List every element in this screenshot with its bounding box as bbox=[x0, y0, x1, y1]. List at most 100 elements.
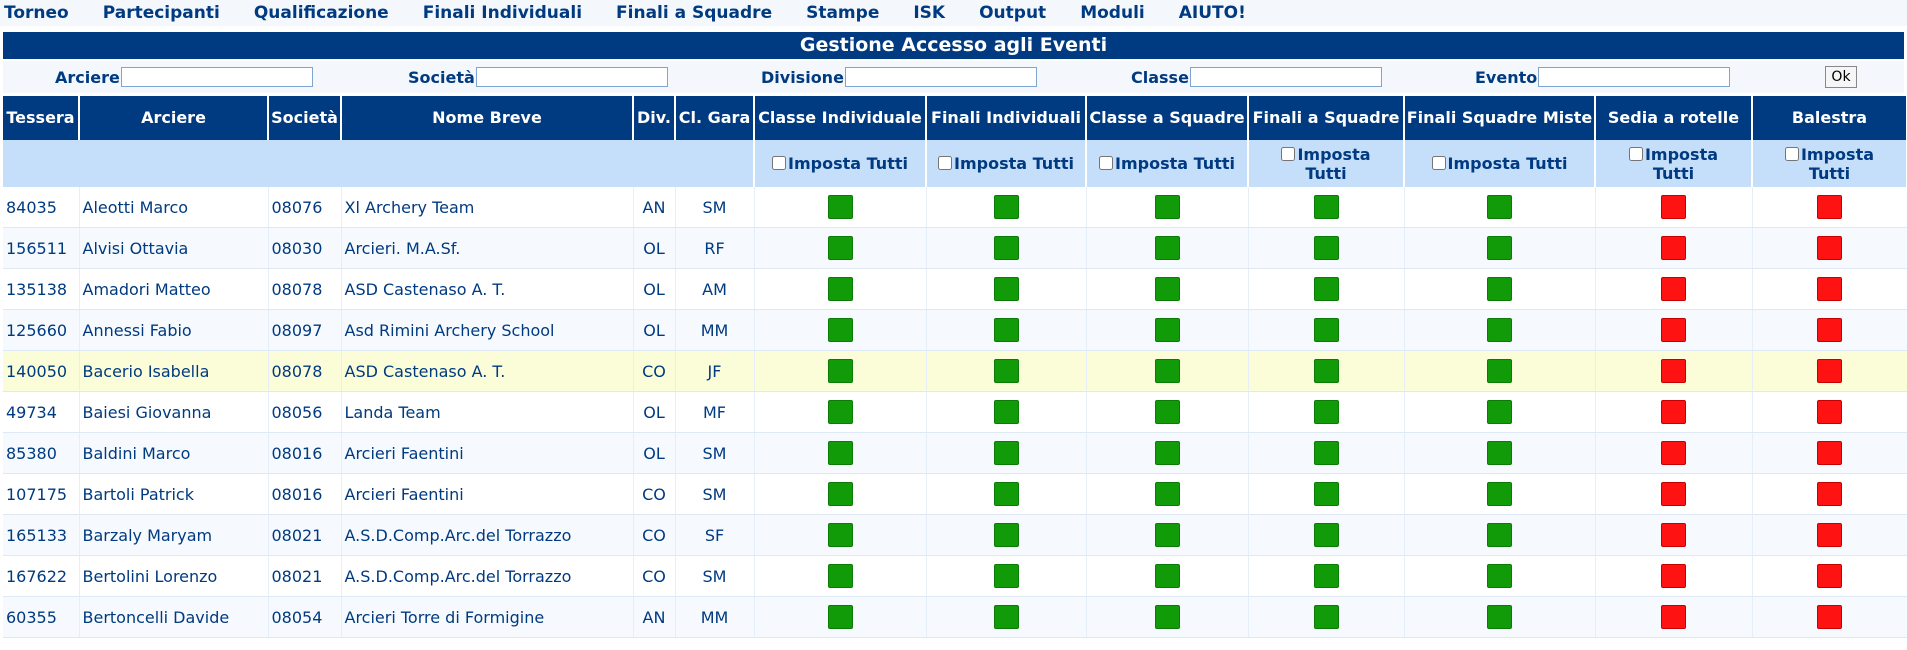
finali-individuali-toggle[interactable] bbox=[993, 441, 1019, 465]
set-all-classe-a-squadre-checkbox[interactable] bbox=[1099, 156, 1114, 170]
classe-individuale-toggle[interactable] bbox=[827, 195, 853, 219]
finali-a-squadre-toggle[interactable] bbox=[1313, 441, 1339, 465]
finali-a-squadre-toggle[interactable] bbox=[1313, 318, 1339, 342]
menu-finali-a-squadre[interactable]: Finali a Squadre bbox=[616, 3, 772, 23]
finali-individuali-toggle[interactable] bbox=[993, 277, 1019, 301]
balestra-toggle[interactable] bbox=[1817, 482, 1842, 506]
classe-a-squadre-toggle[interactable] bbox=[1154, 277, 1180, 301]
sedia-a-rotelle-toggle[interactable] bbox=[1661, 195, 1686, 219]
classe-a-squadre-toggle[interactable] bbox=[1154, 605, 1180, 629]
finali-individuali-toggle[interactable] bbox=[993, 236, 1019, 260]
sedia-a-rotelle-toggle[interactable] bbox=[1661, 564, 1686, 588]
sedia-a-rotelle-toggle[interactable] bbox=[1661, 605, 1686, 629]
balestra-toggle[interactable] bbox=[1817, 605, 1842, 629]
finali-squadre-miste-toggle[interactable] bbox=[1487, 523, 1512, 547]
set-all-finali-individuali-checkbox[interactable] bbox=[938, 156, 953, 170]
menu-isk[interactable]: ISK bbox=[913, 3, 945, 23]
finali-a-squadre-toggle[interactable] bbox=[1313, 564, 1339, 588]
classe-individuale-toggle[interactable] bbox=[827, 482, 853, 506]
classe-individuale-toggle[interactable] bbox=[827, 441, 853, 465]
classe-a-squadre-toggle[interactable] bbox=[1154, 236, 1180, 260]
finali-individuali-toggle[interactable] bbox=[993, 605, 1019, 629]
classe-a-squadre-toggle[interactable] bbox=[1154, 523, 1180, 547]
finali-individuali-toggle[interactable] bbox=[993, 564, 1019, 588]
finali-individuali-toggle[interactable] bbox=[993, 400, 1019, 424]
finali-squadre-miste-toggle[interactable] bbox=[1487, 564, 1512, 588]
menu-finali-individuali[interactable]: Finali Individuali bbox=[423, 3, 582, 23]
set-all-balestra-checkbox[interactable] bbox=[1784, 146, 1799, 161]
sedia-a-rotelle-toggle[interactable] bbox=[1661, 359, 1686, 383]
ok-button[interactable]: Ok bbox=[1825, 66, 1857, 88]
balestra-toggle[interactable] bbox=[1817, 523, 1842, 547]
finali-a-squadre-toggle[interactable] bbox=[1313, 400, 1339, 424]
finali-squadre-miste-toggle[interactable] bbox=[1487, 359, 1512, 383]
finali-squadre-miste-toggle[interactable] bbox=[1487, 441, 1512, 465]
balestra-toggle[interactable] bbox=[1817, 318, 1842, 342]
balestra-toggle[interactable] bbox=[1817, 400, 1842, 424]
sedia-a-rotelle-toggle[interactable] bbox=[1661, 400, 1686, 424]
finali-a-squadre-toggle[interactable] bbox=[1313, 523, 1339, 547]
set-all-classe-individuale-checkbox[interactable] bbox=[772, 156, 787, 170]
divisione-filter-input[interactable] bbox=[844, 67, 1037, 87]
finali-individuali-toggle[interactable] bbox=[993, 359, 1019, 383]
finali-a-squadre-toggle[interactable] bbox=[1313, 359, 1339, 383]
menu-torneo[interactable]: Torneo bbox=[4, 3, 69, 23]
sedia-a-rotelle-toggle[interactable] bbox=[1661, 277, 1686, 301]
balestra-toggle[interactable] bbox=[1817, 277, 1842, 301]
set-all-finali-squadre-miste-checkbox[interactable] bbox=[1431, 156, 1446, 170]
classe-individuale-toggle[interactable] bbox=[827, 277, 853, 301]
menu-qualificazione[interactable]: Qualificazione bbox=[254, 3, 389, 23]
sedia-a-rotelle-toggle[interactable] bbox=[1661, 318, 1686, 342]
sedia-a-rotelle-toggle[interactable] bbox=[1661, 523, 1686, 547]
col-tessera[interactable]: Tessera bbox=[3, 96, 80, 140]
classe-individuale-toggle[interactable] bbox=[827, 236, 853, 260]
sedia-a-rotelle-toggle[interactable] bbox=[1661, 236, 1686, 260]
societa-filter-input[interactable] bbox=[475, 67, 668, 87]
menu-moduli[interactable]: Moduli bbox=[1080, 3, 1145, 23]
menu-partecipanti[interactable]: Partecipanti bbox=[103, 3, 220, 23]
col-nome-breve[interactable]: Nome Breve bbox=[341, 96, 634, 140]
menu-aiuto[interactable]: AIUTO! bbox=[1179, 3, 1246, 23]
balestra-toggle[interactable] bbox=[1817, 195, 1842, 219]
menu-stampe[interactable]: Stampe bbox=[806, 3, 879, 23]
classe-a-squadre-toggle[interactable] bbox=[1154, 400, 1180, 424]
finali-a-squadre-toggle[interactable] bbox=[1313, 605, 1339, 629]
menu-output[interactable]: Output bbox=[979, 3, 1046, 23]
col-div[interactable]: Div. bbox=[633, 96, 676, 140]
classe-a-squadre-toggle[interactable] bbox=[1154, 441, 1180, 465]
col-cl-gara[interactable]: Cl. Gara bbox=[675, 96, 755, 140]
sedia-a-rotelle-toggle[interactable] bbox=[1661, 441, 1686, 465]
set-all-sedia-a-rotelle-checkbox[interactable] bbox=[1628, 146, 1643, 161]
classe-individuale-toggle[interactable] bbox=[827, 523, 853, 547]
finali-a-squadre-toggle[interactable] bbox=[1313, 236, 1339, 260]
classe-filter-input[interactable] bbox=[1189, 67, 1382, 87]
finali-squadre-miste-toggle[interactable] bbox=[1487, 482, 1512, 506]
balestra-toggle[interactable] bbox=[1817, 564, 1842, 588]
classe-individuale-toggle[interactable] bbox=[827, 318, 853, 342]
sedia-a-rotelle-toggle[interactable] bbox=[1661, 482, 1686, 506]
balestra-toggle[interactable] bbox=[1817, 441, 1842, 465]
finali-individuali-toggle[interactable] bbox=[993, 318, 1019, 342]
classe-a-squadre-toggle[interactable] bbox=[1154, 359, 1180, 383]
arciere-filter-input[interactable] bbox=[120, 67, 313, 87]
finali-squadre-miste-toggle[interactable] bbox=[1487, 318, 1512, 342]
col-societa[interactable]: Società bbox=[268, 96, 342, 140]
balestra-toggle[interactable] bbox=[1817, 359, 1842, 383]
classe-a-squadre-toggle[interactable] bbox=[1154, 564, 1180, 588]
finali-squadre-miste-toggle[interactable] bbox=[1487, 195, 1512, 219]
finali-individuali-toggle[interactable] bbox=[993, 482, 1019, 506]
finali-squadre-miste-toggle[interactable] bbox=[1487, 277, 1512, 301]
set-all-finali-a-squadre-checkbox[interactable] bbox=[1281, 146, 1296, 161]
classe-individuale-toggle[interactable] bbox=[827, 400, 853, 424]
finali-a-squadre-toggle[interactable] bbox=[1313, 195, 1339, 219]
finali-squadre-miste-toggle[interactable] bbox=[1487, 400, 1512, 424]
classe-individuale-toggle[interactable] bbox=[827, 564, 853, 588]
evento-filter-input[interactable] bbox=[1538, 67, 1731, 87]
finali-a-squadre-toggle[interactable] bbox=[1313, 482, 1339, 506]
finali-a-squadre-toggle[interactable] bbox=[1313, 277, 1339, 301]
col-arciere[interactable]: Arciere bbox=[79, 96, 269, 140]
classe-individuale-toggle[interactable] bbox=[827, 605, 853, 629]
finali-individuali-toggle[interactable] bbox=[993, 523, 1019, 547]
classe-a-squadre-toggle[interactable] bbox=[1154, 482, 1180, 506]
finali-squadre-miste-toggle[interactable] bbox=[1487, 605, 1512, 629]
